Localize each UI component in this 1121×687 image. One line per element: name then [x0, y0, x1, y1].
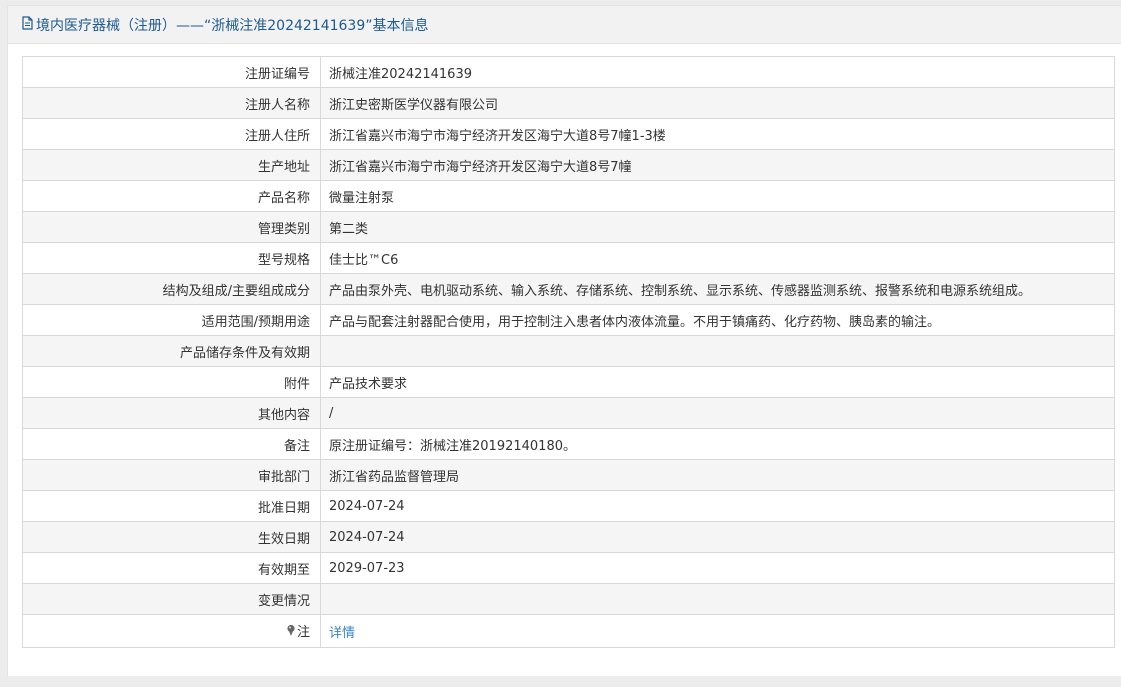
row-value: 原注册证编号：浙械注准20192140180。 [320, 428, 1115, 460]
row-value: 浙江省嘉兴市海宁市海宁经济开发区海宁大道8号7幢1-3楼 [320, 118, 1115, 150]
row-label: 产品名称 [22, 180, 321, 212]
note-label: 注 [296, 625, 310, 640]
table-row: 注册证编号 浙械注准20242141639 [22, 56, 1115, 88]
row-label: 注册人住所 [22, 118, 321, 150]
row-value: 浙江省药品监督管理局 [320, 459, 1115, 491]
row-label: 审批部门 [22, 459, 321, 491]
table-row: 备注 原注册证编号：浙械注准20192140180。 [22, 428, 1115, 460]
info-table: 注册证编号 浙械注准20242141639 注册人名称 浙江史密斯医学仪器有限公司 … [22, 56, 1115, 648]
pin-icon [286, 624, 296, 641]
table-row: 型号规格 佳士比™C6 [22, 242, 1115, 274]
row-value: 微量注射泵 [320, 180, 1115, 212]
row-value: 浙江省嘉兴市海宁市海宁经济开发区海宁大道8号7幢 [320, 149, 1115, 181]
info-panel: 境内医疗器械（注册）——“浙械注准20242141639”基本信息 注册证编号浙… [7, 5, 1121, 676]
table-row: 结构及组成/主要组成成分 产品由泵外壳、电机驱动系统、输入系统、存储系统、控制系统… [22, 273, 1115, 305]
row-label: 结构及组成/主要组成成分 [22, 273, 321, 305]
table-row: 生效日期 2024-07-24 [22, 521, 1115, 553]
row-value: 2024-07-24 [320, 490, 1115, 522]
row-label: 注册证编号 [22, 56, 321, 88]
row-label: 适用范围/预期用途 [22, 304, 321, 336]
table-row: 其他内容 / [22, 397, 1115, 429]
row-label: 备注 [22, 428, 321, 460]
row-value: 第二类 [320, 211, 1115, 243]
row-value: 产品技术要求 [320, 366, 1115, 398]
page-title: 境内医疗器械（注册）——“浙械注准20242141639”基本信息 [36, 17, 429, 34]
row-value: 浙江史密斯医学仪器有限公司 [320, 87, 1115, 119]
table-row: 适用范围/预期用途 产品与配套注射器配合使用，用于控制注入患者体内液体流量。不用于… [22, 304, 1115, 336]
details-link[interactable]: 详情 [329, 626, 355, 641]
table-row: 生产地址 浙江省嘉兴市海宁市海宁经济开发区海宁大道8号7幢 [22, 149, 1115, 181]
row-label: 生效日期 [22, 521, 321, 553]
row-value: 2029-07-23 [320, 552, 1115, 584]
row-label: 附件 [22, 366, 321, 398]
row-label: 有效期至 [22, 552, 321, 584]
row-label: 批准日期 [22, 490, 321, 522]
row-value: 产品由泵外壳、电机驱动系统、输入系统、存储系统、控制系统、显示系统、传感器监测系… [320, 273, 1115, 305]
note-value-cell: 详情 [320, 614, 1115, 648]
row-value: 2024-07-24 [320, 521, 1115, 553]
table-row: 管理类别 第二类 [22, 211, 1115, 243]
table-row: 注册人名称 浙江史密斯医学仪器有限公司 [22, 87, 1115, 119]
row-value [320, 583, 1115, 615]
note-row: 注 详情 [22, 614, 1115, 648]
row-label: 注册人名称 [22, 87, 321, 119]
table-row: 产品名称 微量注射泵 [22, 180, 1115, 212]
row-label: 变更情况 [22, 583, 321, 615]
table-row: 注册人住所 浙江省嘉兴市海宁市海宁经济开发区海宁大道8号7幢1-3楼 [22, 118, 1115, 150]
row-label: 型号规格 [22, 242, 321, 274]
document-icon [21, 15, 34, 34]
table-row: 产品储存条件及有效期 [22, 335, 1115, 367]
table-row: 附件 产品技术要求 [22, 366, 1115, 398]
row-value: / [320, 397, 1115, 429]
row-value [320, 335, 1115, 367]
row-label: 管理类别 [22, 211, 321, 243]
table-row: 批准日期 2024-07-24 [22, 490, 1115, 522]
row-value: 佳士比™C6 [320, 242, 1115, 274]
panel-header: 境内医疗器械（注册）——“浙械注准20242141639”基本信息 [8, 6, 1121, 44]
row-label: 产品储存条件及有效期 [22, 335, 321, 367]
table-row: 变更情况 [22, 583, 1115, 615]
row-label: 生产地址 [22, 149, 321, 181]
row-value: 浙械注准20242141639 [320, 56, 1115, 88]
table-row: 有效期至 2029-07-23 [22, 552, 1115, 584]
row-label: 其他内容 [22, 397, 321, 429]
table-row: 审批部门 浙江省药品监督管理局 [22, 459, 1115, 491]
note-label-cell: 注 [22, 614, 321, 648]
row-value: 产品与配套注射器配合使用，用于控制注入患者体内液体流量。不用于镇痛药、化疗药物、… [320, 304, 1115, 336]
